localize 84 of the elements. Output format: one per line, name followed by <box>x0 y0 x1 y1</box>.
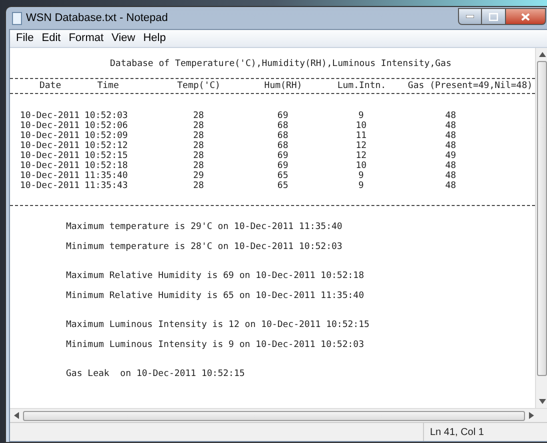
maximize-button[interactable] <box>482 8 506 25</box>
table-cell-text: 11:35:43 <box>84 181 129 191</box>
scroll-up-icon[interactable] <box>538 52 546 57</box>
table-cell-text: 48 <box>444 161 458 171</box>
table-cell-text: 9 <box>357 111 365 121</box>
table-cell-text: 69 <box>276 111 290 121</box>
table-cell-text: 48 <box>444 121 458 131</box>
summary-line: Maximum temperature is 29'C on 10-Dec-2011 11:35:40 <box>66 222 344 232</box>
cursor-position: Ln 41, Col 1 <box>430 426 484 440</box>
vertical-scrollbar[interactable] <box>535 48 547 408</box>
table-cell-text: 28 <box>192 161 205 171</box>
table-cell-text: 10:52:06 <box>84 121 129 131</box>
table-cell-text: 28 <box>192 141 205 151</box>
table-cell-text: 48 <box>444 111 458 121</box>
table-cell-text: 12 <box>354 151 368 161</box>
scroll-thumb[interactable] <box>23 410 525 420</box>
table-cell-text: 68 <box>276 141 290 151</box>
table-cell-text: 28 <box>192 151 205 161</box>
table-cell-text: 28 <box>192 111 205 121</box>
table-cell-text: 48 <box>444 141 458 151</box>
table-cell-text: 65 <box>276 171 290 181</box>
table-cell: 10-Dec-2011 <box>20 181 80 191</box>
summary-line: Maximum Relative Humidity is 69 on 10-Dec-2011 10:52:18 <box>66 271 366 281</box>
table-cell: 10-Dec-2011 <box>20 131 80 141</box>
column-header: Lum.Intn. <box>336 81 388 91</box>
table-cell: 10-Dec-2011 <box>20 151 80 161</box>
column-header: Temp('C) <box>176 81 222 91</box>
table-cell-text: 68 <box>276 131 290 141</box>
menu-item[interactable]: View <box>108 30 140 47</box>
table-cell-text: 9 <box>357 171 365 181</box>
menu-item[interactable]: Format <box>64 30 108 47</box>
table-cell-text: 10 <box>354 161 368 171</box>
column-header: Hum(RH) <box>263 81 304 91</box>
close-icon <box>521 12 530 20</box>
document-title: Database of Temperature('C),Humidity(RH),Luminous Intensity,Gas <box>109 59 452 69</box>
table-cell-text: 29 <box>192 171 205 181</box>
table-cell-text: 49 <box>444 151 458 161</box>
table-cell-text: 28 <box>192 181 205 191</box>
table-cell-text: 11 <box>354 131 368 141</box>
close-button[interactable] <box>506 8 546 25</box>
table-cell: 10-Dec-2011 <box>20 141 80 151</box>
table-cell-text: 10 <box>354 121 368 131</box>
column-header: Time <box>96 81 120 91</box>
table-cell-text: 10:52:03 <box>84 111 129 121</box>
table-cell: 10-Dec-2011 <box>20 121 80 131</box>
table-cell-text: 10:52:12 <box>84 141 129 151</box>
table-cell-text: 68 <box>276 121 290 131</box>
table-cell-text: 48 <box>444 171 458 181</box>
table-cell-text: 10:52:09 <box>84 131 129 141</box>
column-header: Date <box>38 81 62 91</box>
menu-item[interactable]: Help <box>139 30 170 47</box>
table-cell-text: 9 <box>357 181 365 191</box>
minimize-button[interactable] <box>458 8 482 25</box>
menu-item[interactable]: File <box>12 30 38 47</box>
menu-item[interactable]: Edit <box>38 30 65 47</box>
summary-line: Minimum temperature is 28'C on 10-Dec-2011 10:52:03 <box>66 242 344 252</box>
table-cell-text: 10:52:18 <box>84 161 129 171</box>
table-cell-text: 28 <box>192 131 205 141</box>
scroll-thumb[interactable] <box>537 61 547 376</box>
horizontal-scrollbar[interactable] <box>10 408 547 422</box>
table-cell: 10-Dec-2011 <box>20 111 80 121</box>
table-cell-text: 10:52:15 <box>84 151 129 161</box>
table-cell-text: 69 <box>276 151 290 161</box>
scroll-down-icon[interactable] <box>538 399 546 404</box>
table-cell-text: 69 <box>276 161 290 171</box>
column-header: Gas (Present=49,Nil=48) <box>408 81 534 91</box>
table-cell-text: 48 <box>444 131 458 141</box>
summary-line: Minimum Luminous Intensity is 9 on 10-Dec-2011 10:52:03 <box>66 340 366 350</box>
summary-line: Maximum Luminous Intensity is 12 on 10-Dec-2011 10:52:15 <box>66 320 370 330</box>
maximize-icon <box>489 12 498 20</box>
table-cell-text: 65 <box>276 181 290 191</box>
scroll-left-icon[interactable] <box>14 412 19 419</box>
table-cell: 10-Dec-2011 <box>20 171 80 181</box>
table-cell-text: 48 <box>444 181 458 191</box>
table-cell-text: 12 <box>354 141 368 151</box>
scroll-right-icon[interactable] <box>529 412 534 419</box>
minimize-icon <box>466 15 474 18</box>
summary-line: Minimum Relative Humidity is 65 on 10-Dec-2011 11:35:40 <box>66 291 366 301</box>
table-cell-text: 11:35:40 <box>84 171 129 181</box>
window-title: WSN Database.txt - Notepad <box>26 10 168 26</box>
summary-line: Gas Leak on 10-Dec-2011 10:52:15 <box>66 369 246 379</box>
document-icon <box>12 12 22 24</box>
table-cell: 10-Dec-2011 <box>20 161 80 171</box>
table-cell-text: 28 <box>192 121 205 131</box>
